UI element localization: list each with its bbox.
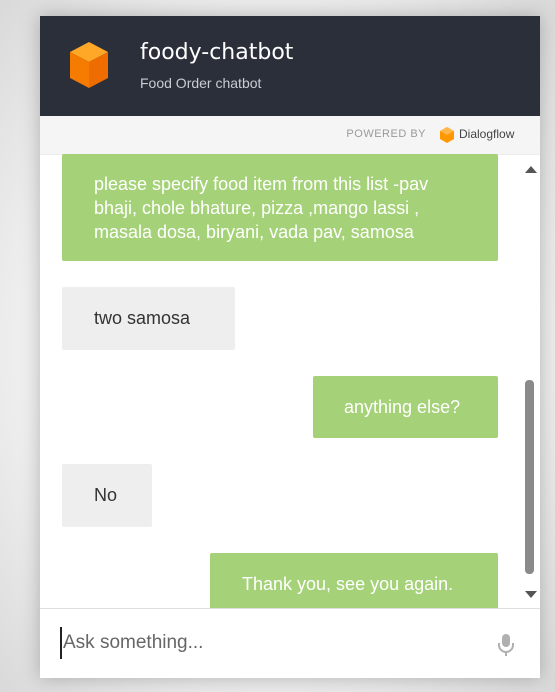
microphone-icon[interactable] — [498, 633, 514, 657]
chat-widget: foody-chatbot Food Order chatbot POWERED… — [40, 16, 540, 678]
dialogflow-icon — [440, 127, 454, 143]
agent-logo-icon — [70, 42, 108, 88]
message-list[interactable]: please specify food item from this list … — [40, 154, 540, 608]
dialogflow-brand-link[interactable]: Dialogflow — [459, 127, 514, 141]
bot-message: Thank you, see you again. — [210, 553, 498, 608]
powered-by-label: POWERED BY — [346, 128, 426, 140]
chatbot-subtitle: Food Order chatbot — [140, 75, 262, 91]
input-bar — [40, 608, 540, 678]
chat-header: foody-chatbot Food Order chatbot — [40, 16, 540, 116]
user-message: two samosa — [62, 287, 235, 350]
scroll-down-arrow-icon[interactable] — [525, 591, 537, 598]
chat-scrollbar[interactable] — [520, 154, 540, 608]
bot-message: please specify food item from this list … — [62, 154, 498, 261]
chatbot-title: foody-chatbot — [140, 40, 294, 65]
user-message: No — [62, 464, 152, 527]
ask-input[interactable] — [60, 627, 485, 659]
scrollbar-thumb[interactable] — [525, 380, 534, 574]
scroll-up-arrow-icon[interactable] — [525, 166, 537, 173]
powered-by-bar: POWERED BY Dialogflow — [40, 116, 540, 155]
bot-message: anything else? — [313, 376, 498, 438]
